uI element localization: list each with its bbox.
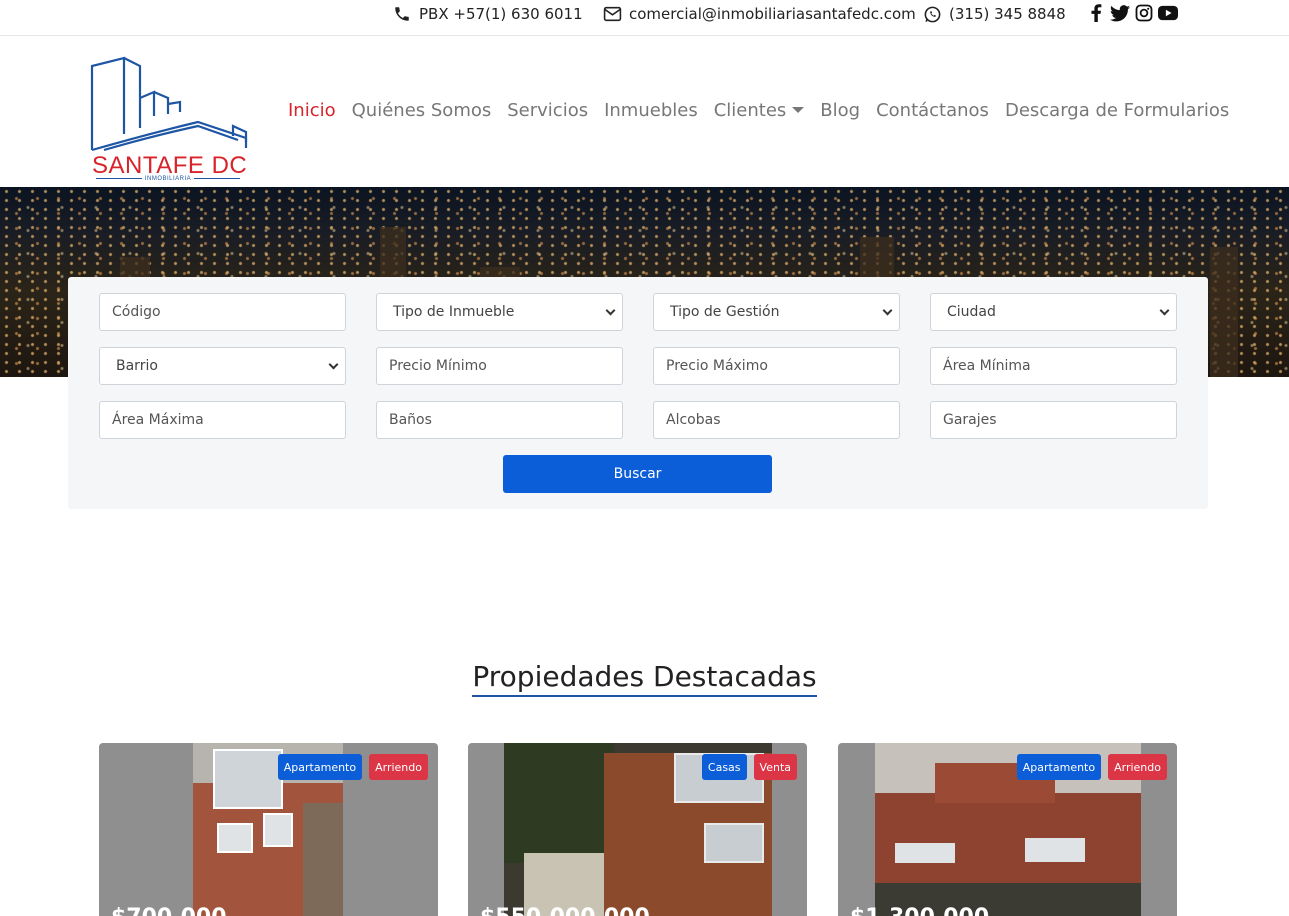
caret-down-icon (792, 106, 805, 113)
barrio-select[interactable]: Barrio (99, 347, 346, 385)
precio-minimo-placeholder: Precio Mínimo (389, 358, 487, 374)
garajes-placeholder: Garajes (943, 412, 997, 428)
card-badges: Casas Venta (701, 754, 797, 780)
garajes-input[interactable]: Garajes (930, 401, 1177, 439)
codigo-placeholder: Código (112, 304, 161, 320)
tipo-inmueble-value: Tipo de Inmueble (393, 304, 515, 320)
type-badge: Apartamento (1016, 754, 1102, 780)
site-header: SANTAFE DC INMOBILIARIA Inicio Quiénes S… (0, 36, 1289, 187)
logo-buildings-graphic (90, 56, 248, 152)
photo-window (895, 843, 955, 863)
youtube-icon[interactable] (1158, 3, 1178, 23)
nav-item-clientes-label: Clientes (713, 100, 787, 121)
ciudad-select[interactable]: Ciudad (930, 293, 1177, 331)
photo-window (213, 749, 283, 809)
photo-window (217, 823, 253, 853)
main-nav: Inicio Quiénes Somos Servicios Inmuebles… (288, 100, 1229, 121)
photo-window (263, 813, 293, 847)
nav-item-inmuebles[interactable]: Inmuebles (604, 100, 698, 121)
whatsapp-text: (315) 345 8848 (949, 5, 1066, 23)
photo-window (704, 823, 764, 863)
hero-building-shape (1210, 247, 1238, 377)
area-minima-placeholder: Área Mínima (943, 358, 1031, 374)
ciudad-value: Ciudad (947, 304, 996, 320)
barrio-value: Barrio (116, 358, 158, 374)
area-maxima-placeholder: Área Máxima (112, 412, 204, 428)
nav-item-quienes-somos[interactable]: Quiénes Somos (352, 100, 492, 121)
twitter-icon[interactable] (1110, 3, 1130, 23)
card-price: $700.000 (111, 905, 227, 916)
photo-side (303, 803, 343, 916)
featured-section-heading: Propiedades Destacadas (0, 660, 1289, 697)
type-badge: Casas (701, 754, 747, 780)
social-links (1086, 3, 1178, 23)
alcobas-input[interactable]: Alcobas (653, 401, 900, 439)
photo-tree (504, 743, 614, 863)
banos-input[interactable]: Baños (376, 401, 623, 439)
email-text: comercial@inmobiliariasantafedc.com (629, 5, 916, 23)
chevron-down-icon (882, 305, 893, 316)
phone-icon (392, 4, 412, 24)
nav-item-blog[interactable]: Blog (820, 100, 860, 121)
property-search-form: Código Tipo de Inmueble Tipo de Gestión … (68, 277, 1208, 509)
chevron-down-icon (328, 359, 339, 370)
nav-item-inicio[interactable]: Inicio (288, 100, 336, 121)
chevron-down-icon (1159, 305, 1170, 316)
email-contact[interactable]: comercial@inmobiliariasantafedc.com (602, 4, 916, 24)
nav-item-contactanos[interactable]: Contáctanos (876, 100, 989, 121)
precio-minimo-input[interactable]: Precio Mínimo (376, 347, 623, 385)
logo-subtitle-text: INMOBILIARIA (144, 176, 192, 182)
site-logo[interactable]: SANTAFE DC INMOBILIARIA (88, 46, 250, 182)
card-price: $1.300.000 (850, 905, 989, 916)
deal-badge: Venta (753, 754, 797, 780)
precio-maximo-placeholder: Precio Máximo (666, 358, 768, 374)
whatsapp-icon (922, 4, 942, 24)
buscar-button[interactable]: Buscar (503, 455, 772, 493)
photo-window (1025, 838, 1085, 862)
property-card[interactable]: Casas Venta $550.000.000 (468, 743, 807, 916)
alcobas-placeholder: Alcobas (666, 412, 721, 428)
whatsapp-contact[interactable]: (315) 345 8848 (922, 4, 1066, 24)
phone-contact[interactable]: PBX +57(1) 630 6011 (392, 4, 583, 24)
tipo-gestion-select[interactable]: Tipo de Gestión (653, 293, 900, 331)
chevron-down-icon (605, 305, 616, 316)
banos-placeholder: Baños (389, 412, 432, 428)
area-maxima-input[interactable]: Área Máxima (99, 401, 346, 439)
card-badges: Apartamento Arriendo (277, 754, 428, 780)
deal-badge: Arriendo (369, 754, 428, 780)
deal-badge: Arriendo (1108, 754, 1167, 780)
top-contact-bar: PBX +57(1) 630 6011 comercial@inmobiliar… (0, 0, 1289, 36)
property-card[interactable]: Apartamento Arriendo $1.300.000 (838, 743, 1177, 916)
card-price: $550.000.000 (480, 905, 650, 916)
facebook-icon[interactable] (1086, 3, 1106, 23)
card-badges: Apartamento Arriendo (1016, 754, 1167, 780)
precio-maximo-input[interactable]: Precio Máximo (653, 347, 900, 385)
tipo-gestion-value: Tipo de Gestión (670, 304, 780, 320)
instagram-icon[interactable] (1134, 3, 1154, 23)
type-badge: Apartamento (277, 754, 363, 780)
tipo-inmueble-select[interactable]: Tipo de Inmueble (376, 293, 623, 331)
nav-item-servicios[interactable]: Servicios (507, 100, 588, 121)
codigo-input[interactable]: Código (99, 293, 346, 331)
nav-item-descarga-formularios[interactable]: Descarga de Formularios (1005, 100, 1229, 121)
logo-subtitle: INMOBILIARIA (88, 176, 248, 182)
envelope-icon (602, 4, 622, 24)
property-card[interactable]: Apartamento Arriendo $700.000 (99, 743, 438, 916)
nav-item-clientes-dropdown[interactable]: Clientes (714, 100, 805, 121)
phone-text: PBX +57(1) 630 6011 (419, 5, 583, 23)
area-minima-input[interactable]: Área Mínima (930, 347, 1177, 385)
featured-title: Propiedades Destacadas (472, 660, 817, 697)
